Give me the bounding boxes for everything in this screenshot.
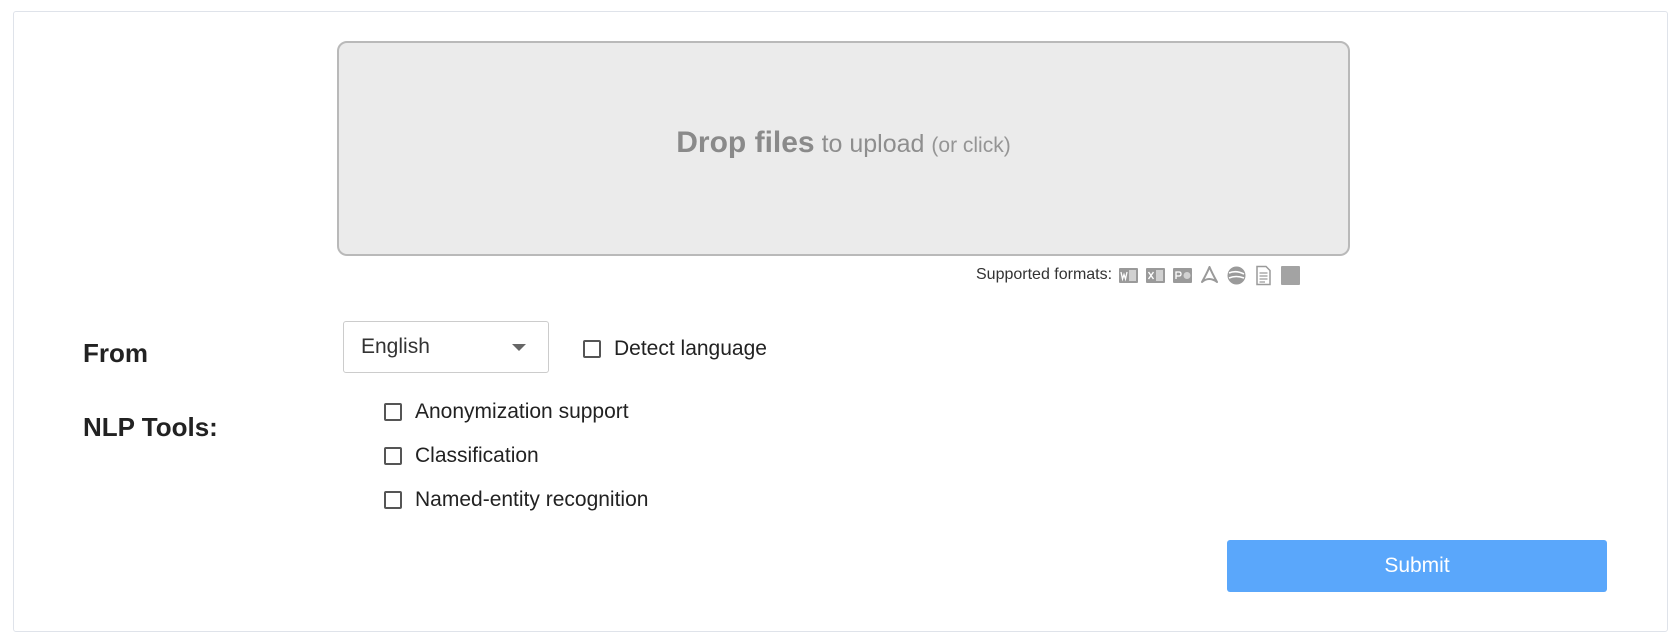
detect-language-checkbox[interactable]: Detect language <box>583 337 767 361</box>
named-entity-recognition-label: Named-entity recognition <box>415 488 649 511</box>
checkbox-box[interactable] <box>583 340 601 358</box>
dropzone-text: Drop files to upload (or click) <box>676 126 1010 160</box>
checkbox-box[interactable] <box>384 403 402 421</box>
nlp-tools-label: NLP Tools: <box>83 412 218 442</box>
classification-label: Classification <box>415 444 539 467</box>
dropzone-title: Drop files <box>676 125 815 159</box>
named-entity-recognition-checkbox[interactable]: Named-entity recognition <box>384 488 648 512</box>
anonymization-checkbox[interactable]: Anonymization support <box>384 400 629 424</box>
checkbox-box[interactable] <box>384 491 402 509</box>
powerpoint-doc-icon <box>1173 267 1193 283</box>
word-doc-icon <box>1119 267 1139 283</box>
checkbox-box[interactable] <box>384 447 402 465</box>
image-file-icon <box>1281 265 1301 285</box>
dropzone-subtitle: to upload <box>814 129 932 158</box>
source-language-select[interactable]: English <box>343 321 549 373</box>
file-dropzone[interactable]: Drop files to upload (or click) <box>337 41 1350 256</box>
chevron-down-icon <box>512 344 526 351</box>
from-label: From <box>83 338 148 368</box>
classification-checkbox[interactable]: Classification <box>384 444 539 468</box>
supported-formats-label: Supported formats: <box>976 266 1113 283</box>
selected-language: English <box>361 335 430 358</box>
anonymization-label: Anonymization support <box>415 400 629 423</box>
detect-language-label: Detect language <box>614 337 767 360</box>
pdf-icon <box>1201 265 1219 283</box>
supported-formats: Supported formats: <box>976 264 1301 286</box>
text-file-icon <box>1256 265 1271 285</box>
dropzone-hint: (or click) <box>931 133 1011 157</box>
excel-doc-icon <box>1146 267 1166 283</box>
submit-button[interactable]: Submit <box>1227 540 1607 592</box>
web-page-icon <box>1227 266 1246 284</box>
